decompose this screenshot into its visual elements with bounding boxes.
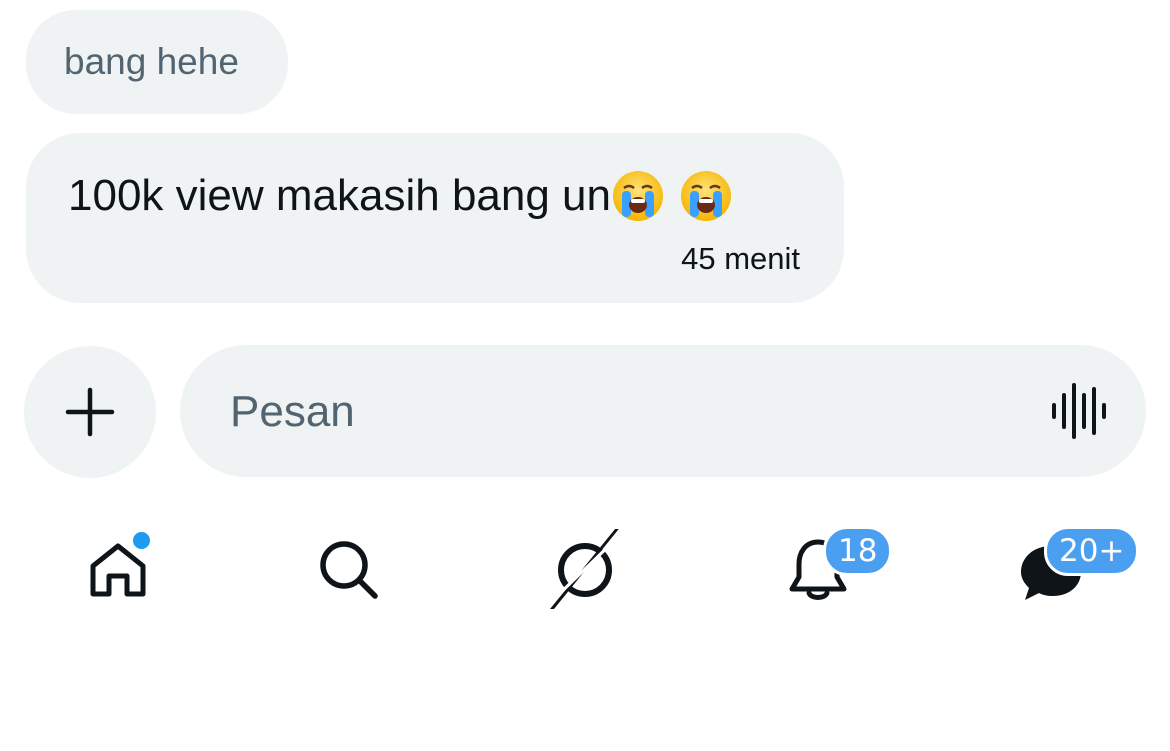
message-text: 100k view makasih bang un [68,171,611,220]
loudly-crying-face-icon [613,171,663,221]
message-timestamp: 45 menit [681,241,800,276]
audio-waveform-icon[interactable] [1050,383,1110,439]
plus-icon [65,387,115,437]
tab-search[interactable] [304,520,394,620]
tab-grok[interactable] [540,520,630,620]
message-input[interactable] [228,345,1012,479]
bottom-tab-bar: 18 20+ [0,520,1170,630]
tab-notifications[interactable]: 18 [773,520,893,620]
add-attachment-button[interactable] [24,346,156,478]
message-composer [180,345,1146,479]
messages-badge: 20+ [1044,526,1140,576]
grok-icon [550,529,619,609]
unread-dot [131,530,152,551]
loudly-crying-face-icon [681,171,731,221]
search-icon [320,541,378,599]
notifications-badge: 18 [823,526,893,576]
message-content: 100k view makasih bang un [68,169,733,223]
message-bubble-latest[interactable]: 100k view makasih bang un 45 menit [26,133,844,303]
message-text: bang hehe [64,41,239,82]
message-bubble-previous[interactable]: bang hehe [26,10,288,114]
tab-messages[interactable]: 20+ [1006,520,1140,620]
tab-home[interactable] [73,520,163,620]
